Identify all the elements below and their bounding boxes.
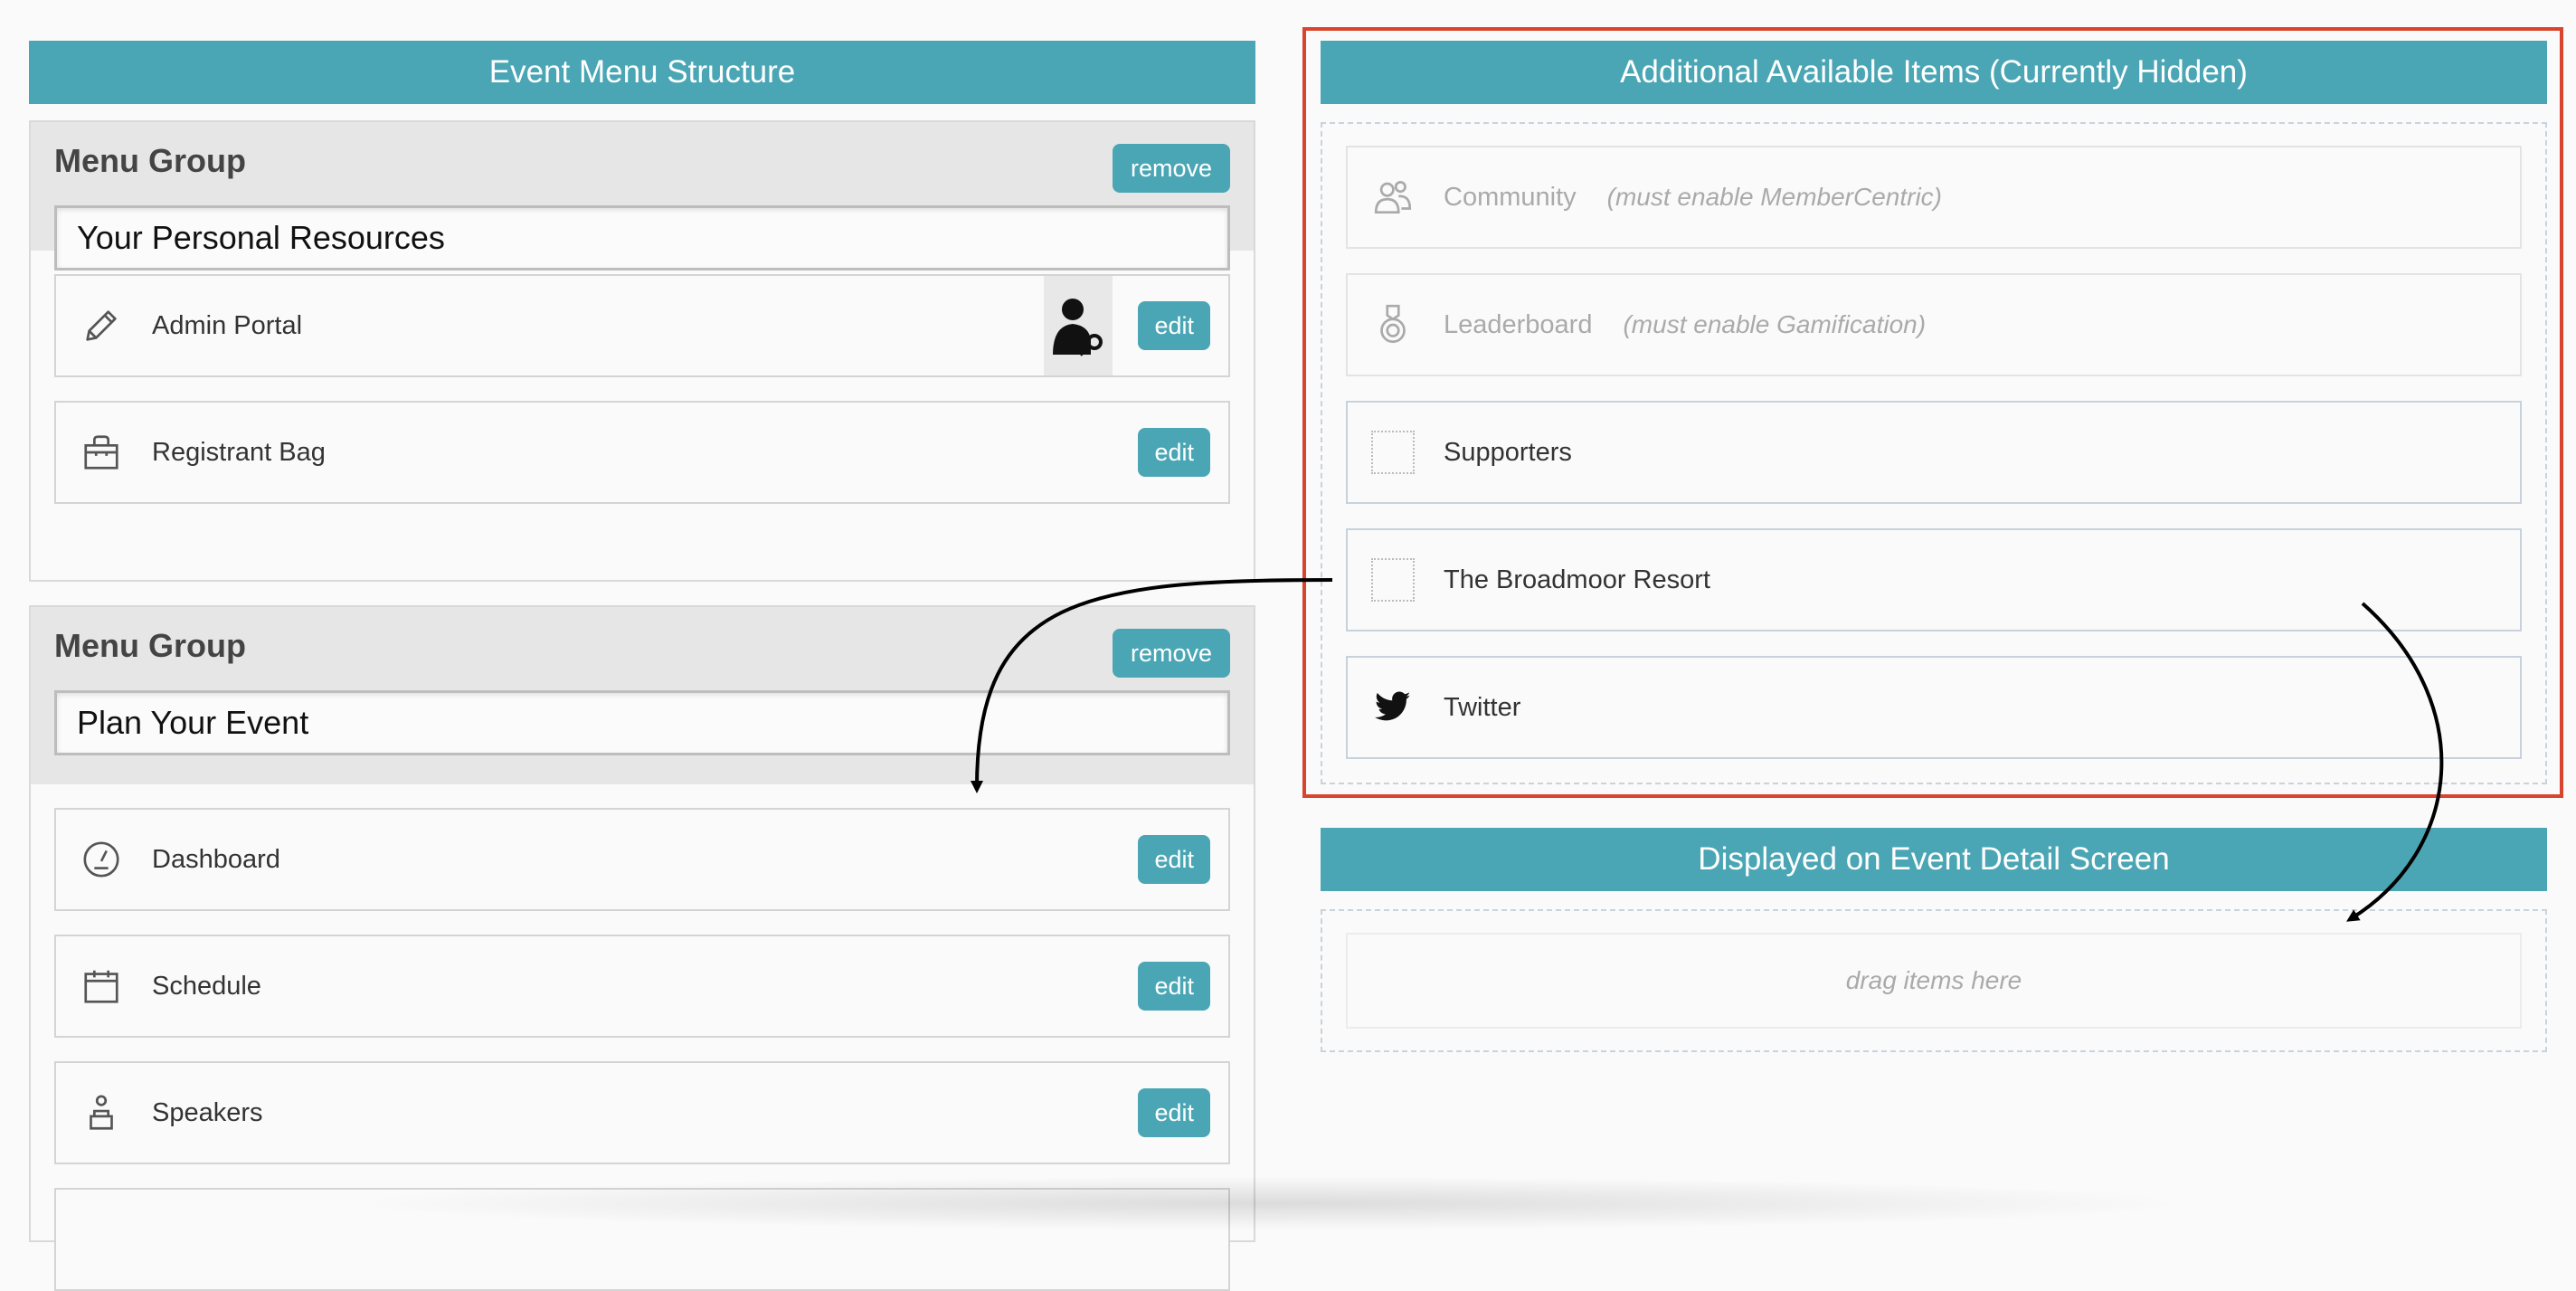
drop-hint: drag items here: [1346, 933, 2522, 1029]
menu-item-label: Registrant Bag: [152, 437, 326, 467]
menu-group-header: Menu Group remove: [31, 122, 1254, 271]
event-detail-drop-zone[interactable]: drag items here: [1321, 909, 2547, 1052]
available-item-label: Twitter: [1444, 692, 1521, 722]
menu-group: Menu Group remove Dashboard edit Schedul…: [29, 605, 1255, 1291]
bottom-shadow: [344, 1176, 2198, 1230]
bag-icon: [78, 429, 125, 476]
available-item-leaderboard[interactable]: Leaderboard (must enable Gamification): [1346, 273, 2522, 376]
gauge-icon: [78, 836, 125, 883]
menu-item-label: Admin Portal: [152, 310, 303, 340]
available-item-label: Leaderboard: [1444, 309, 1593, 339]
menu-group: Menu Group remove Admin Portal edit: [29, 120, 1255, 582]
available-item-label: The Broadmoor Resort: [1444, 565, 1710, 594]
menu-item-registrant-bag[interactable]: Registrant Bag edit: [54, 401, 1230, 504]
menu-item-schedule[interactable]: Schedule edit: [54, 935, 1230, 1038]
edit-button[interactable]: edit: [1138, 1088, 1210, 1137]
available-items-panel: Additional Available Items (Currently Hi…: [1321, 41, 2547, 1052]
menu-item-admin-portal[interactable]: Admin Portal edit: [54, 274, 1230, 377]
menu-group-name-input[interactable]: [54, 690, 1230, 755]
menu-item-label: Schedule: [152, 971, 261, 1001]
available-item-label: Supporters: [1444, 437, 1572, 467]
menu-item-label: Speakers: [152, 1097, 263, 1127]
twitter-icon: [1369, 684, 1416, 731]
available-item-community[interactable]: Community (must enable MemberCentric): [1346, 146, 2522, 249]
remove-group-button[interactable]: remove: [1112, 144, 1230, 193]
menu-item-dashboard[interactable]: Dashboard edit: [54, 808, 1230, 911]
speaker-icon: [78, 1089, 125, 1136]
event-menu-structure-header: Event Menu Structure: [29, 41, 1255, 104]
pencil-icon: [78, 302, 125, 349]
available-item-twitter[interactable]: Twitter: [1346, 656, 2522, 759]
available-item-supporters[interactable]: Supporters: [1346, 401, 2522, 504]
placeholder-icon: [1369, 556, 1416, 603]
medal-icon: [1369, 301, 1416, 348]
remove-group-button[interactable]: remove: [1112, 629, 1230, 678]
available-item-note: (must enable MemberCentric): [1606, 183, 1942, 211]
edit-button[interactable]: edit: [1138, 962, 1210, 1011]
edit-button[interactable]: edit: [1138, 428, 1210, 477]
available-item-note: (must enable Gamification): [1623, 310, 1927, 338]
event-menu-structure-panel: Event Menu Structure Menu Group remove A…: [29, 41, 1255, 1291]
event-detail-header: Displayed on Event Detail Screen: [1321, 828, 2547, 891]
menu-group-title: Menu Group: [54, 627, 246, 664]
menu-group-title: Menu Group: [54, 142, 246, 179]
placeholder-icon: [1369, 429, 1416, 476]
available-item-broadmoor-resort[interactable]: The Broadmoor Resort: [1346, 528, 2522, 631]
admin-user-key-icon: [1044, 276, 1113, 375]
available-items-list: Community (must enable MemberCentric) Le…: [1321, 122, 2547, 784]
menu-item-speakers[interactable]: Speakers edit: [54, 1061, 1230, 1164]
menu-group-header: Menu Group remove: [31, 607, 1254, 784]
people-icon: [1369, 174, 1416, 221]
available-item-label: Community: [1444, 182, 1577, 212]
edit-button[interactable]: edit: [1138, 835, 1210, 884]
edit-button[interactable]: edit: [1138, 301, 1210, 350]
menu-item-label: Dashboard: [152, 844, 280, 874]
available-items-header: Additional Available Items (Currently Hi…: [1321, 41, 2547, 104]
calendar-icon: [78, 963, 125, 1010]
menu-group-name-input[interactable]: [54, 205, 1230, 271]
